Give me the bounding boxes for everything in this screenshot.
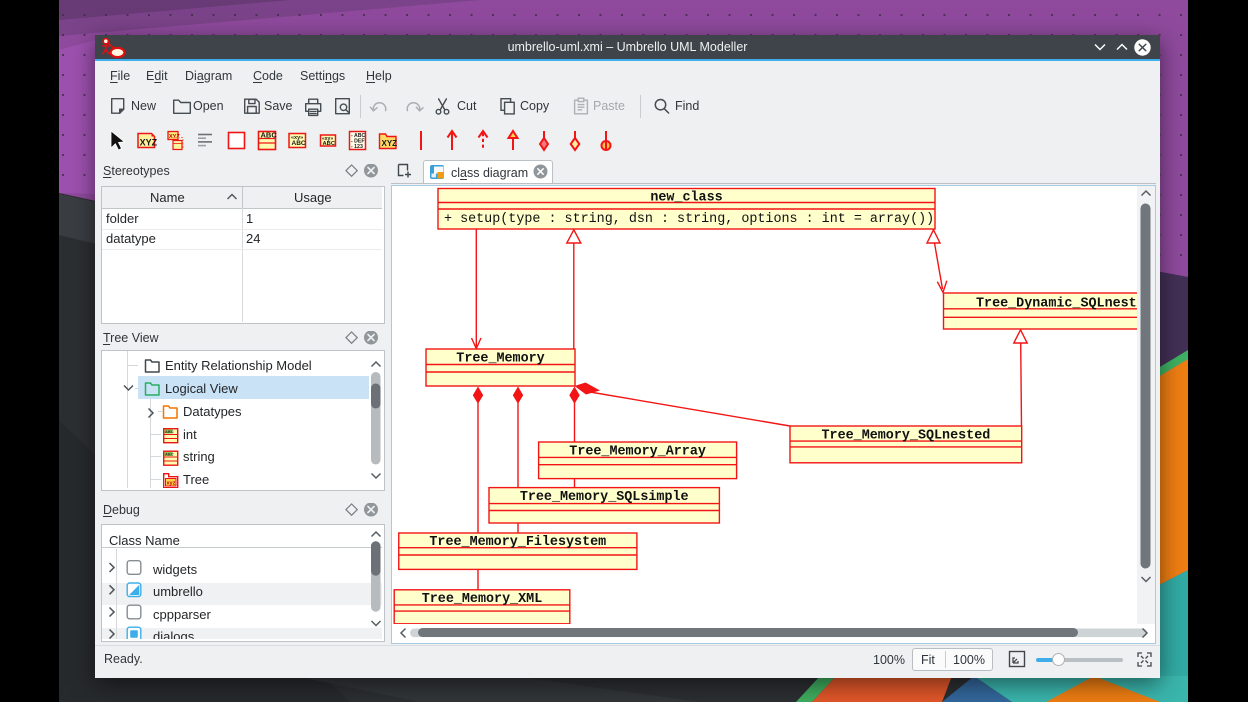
svg-text:+ setup(type : string, dsn : s: + setup(type : string, dsn : string, opt… <box>444 212 934 227</box>
svg-text:xyz: xyz <box>167 481 176 487</box>
svg-text:Tree_Memory_SQLsimple: Tree_Memory_SQLsimple <box>520 490 689 505</box>
svg-text:Tree_Memory_Array: Tree_Memory_Array <box>569 444 706 459</box>
svg-text:ABC: ABC <box>165 429 174 434</box>
svg-text:Tree_Memory_XML: Tree_Memory_XML <box>422 592 543 607</box>
svg-text:new_class: new_class <box>650 191 722 206</box>
svg-text:ABC: ABC <box>165 452 174 457</box>
svg-text:- 123: - 123 <box>351 144 363 150</box>
svg-text:ABC: ABC <box>292 140 306 147</box>
svg-text:Tree_Memory: Tree_Memory <box>456 351 544 366</box>
svg-text:Tree_Memory_SQLnested: Tree_Memory_SQLnested <box>822 428 991 443</box>
svg-text:Tree_Memory_Filesystem: Tree_Memory_Filesystem <box>429 535 606 550</box>
svg-text:XYZ: XYZ <box>382 139 398 148</box>
svg-text:ABC: ABC <box>261 131 278 140</box>
svg-text:ABC: ABC <box>323 141 336 147</box>
svg-text:XYZ: XYZ <box>140 138 158 148</box>
svg-text:Tree_Dynamic_SQLnested: Tree_Dynamic_SQLnested <box>976 296 1137 311</box>
